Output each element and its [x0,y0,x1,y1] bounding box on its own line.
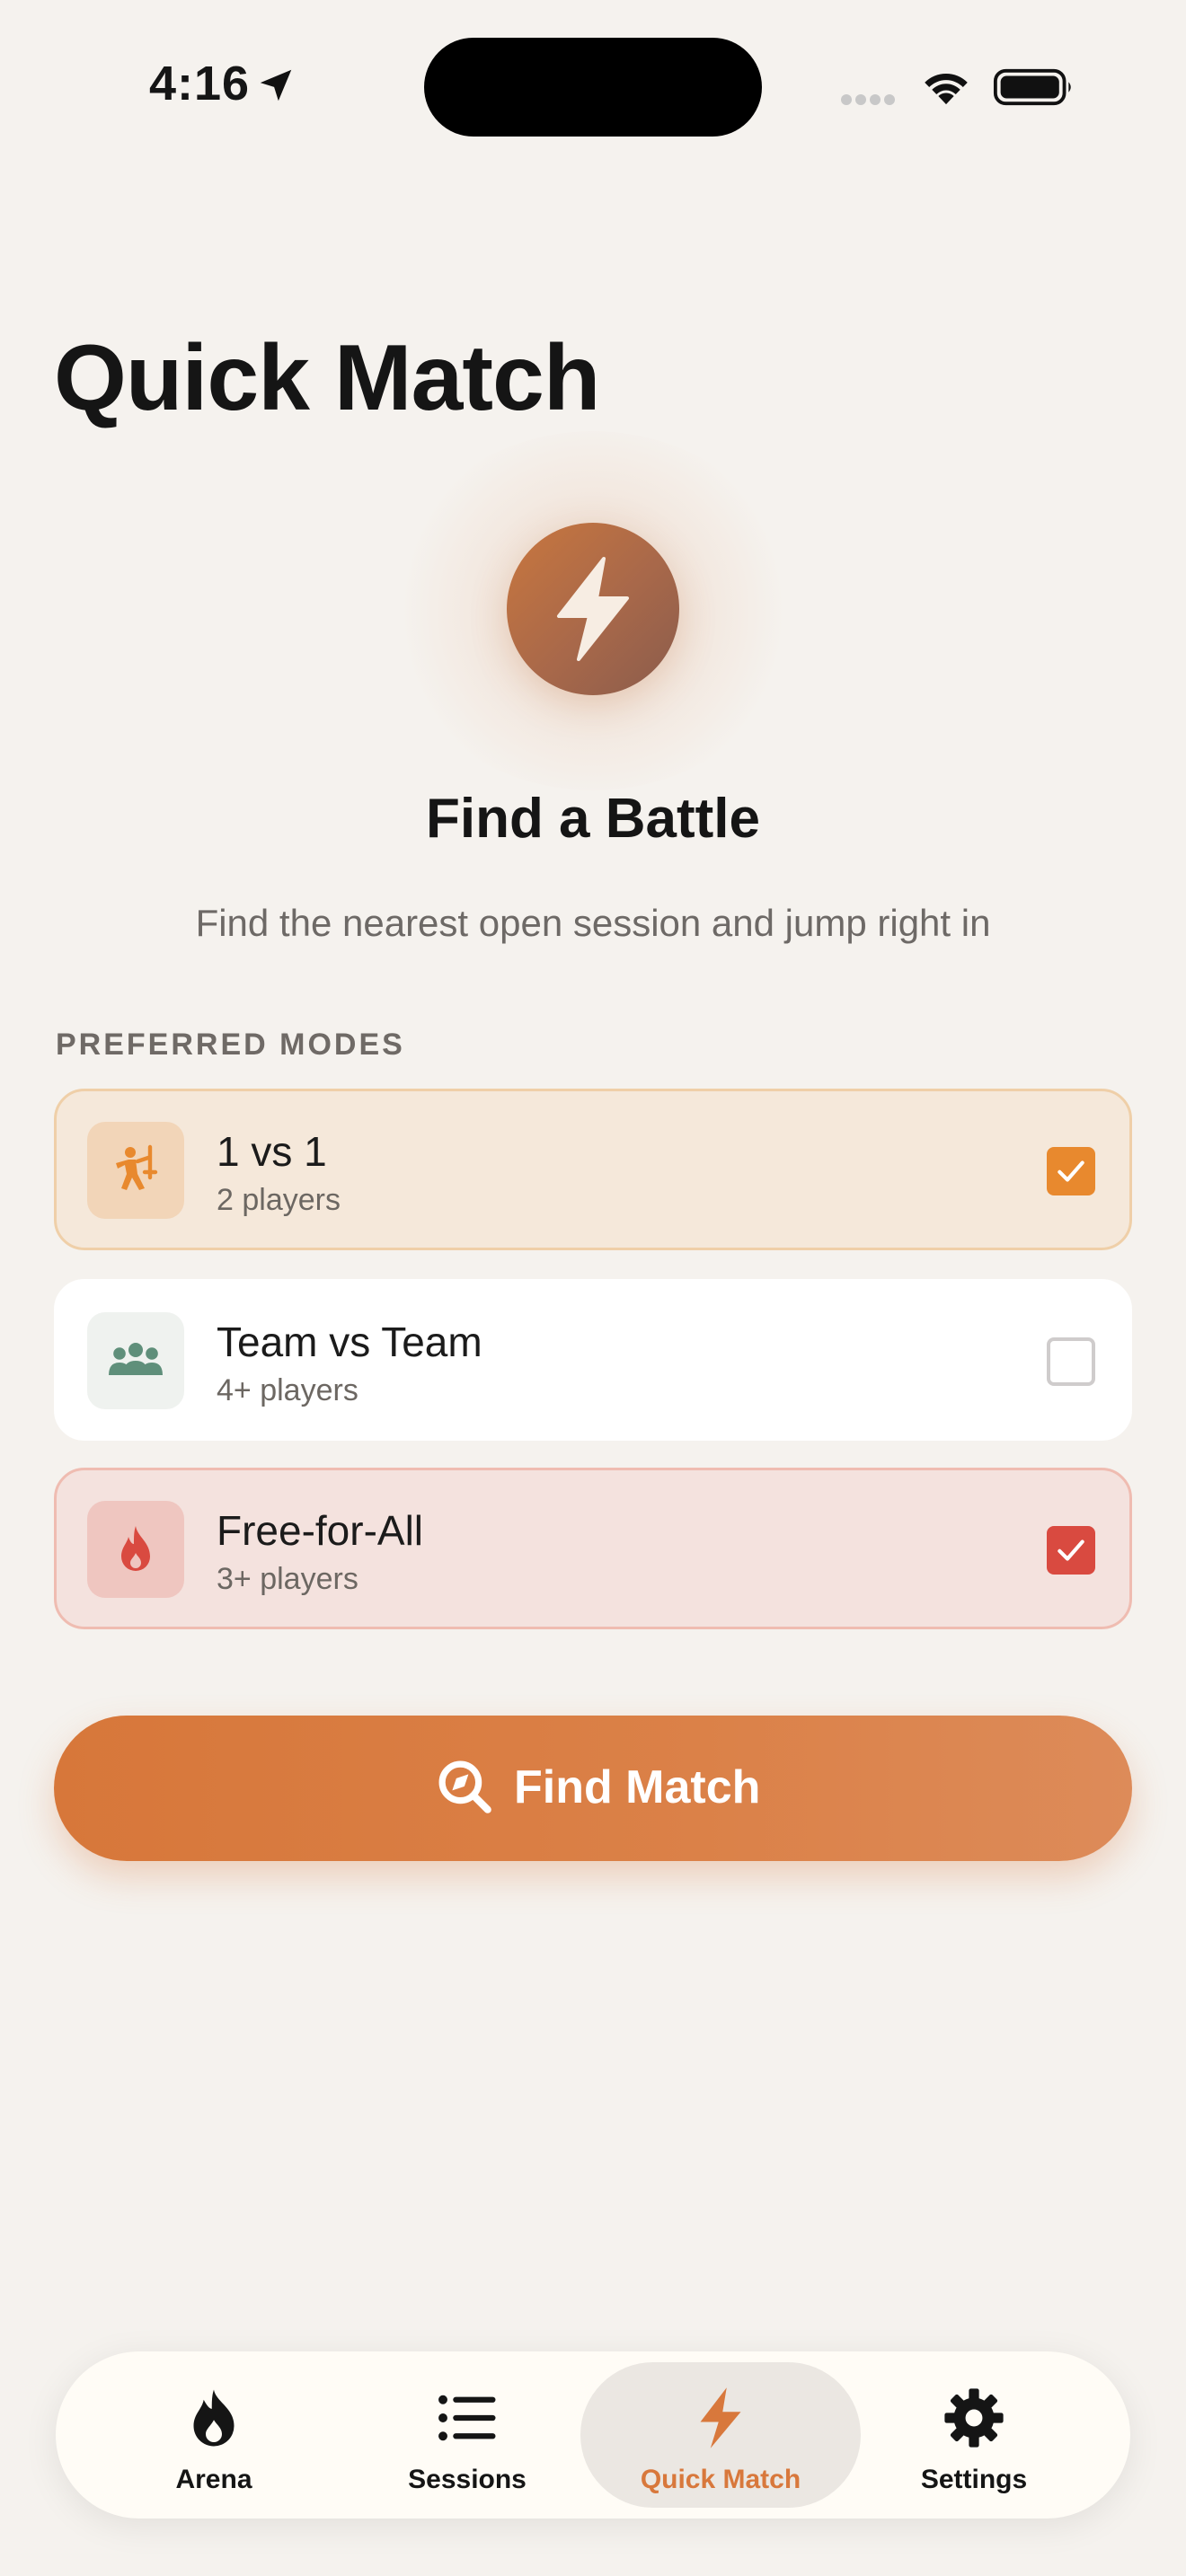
mode-icon-box [87,1122,184,1219]
hero-title: Find a Battle [425,788,761,850]
mode-icon-box [87,1501,184,1598]
search-compass-icon [438,1760,491,1813]
gear-icon [944,2388,1004,2448]
tab-sessions[interactable]: Sessions [327,2362,607,2508]
hero-subtitle: Find the nearest open session and jump r… [195,902,991,944]
lightning-bolt-icon [700,2387,741,2448]
tab-settings[interactable]: Settings [834,2362,1114,2508]
page-title: Quick Match [54,326,600,430]
mode-card-free-for-all[interactable]: Free-for-All 3+ players [54,1468,1132,1629]
mode-card-team-vs-team[interactable]: Team vs Team 4+ players [54,1279,1132,1441]
duel-icon [116,1144,158,1190]
mode-name: 1 vs 1 [217,1128,327,1175]
location-arrow-icon [260,69,292,101]
tab-label: Arena [175,2465,252,2494]
flame-icon [121,1526,150,1571]
checkmark-icon [1058,1160,1084,1182]
mode-players: 3+ players [217,1562,358,1596]
dynamic-island [424,38,762,137]
section-label-preferred-modes: PREFERRED MODES [56,1028,405,1062]
tab-bar: Arena Sessions Quick Match Settings [56,2351,1130,2519]
mode-icon-box [87,1312,184,1409]
battery-icon [993,68,1071,106]
mode-checkbox-unchecked[interactable] [1047,1337,1095,1386]
status-time: 4:16 [149,57,251,110]
status-bar: 4:16 [0,0,1186,180]
tab-arena[interactable]: Arena [74,2362,354,2508]
team-icon [109,1343,163,1375]
mode-card-1v1[interactable]: 1 vs 1 2 players [54,1089,1132,1250]
find-match-label: Find Match [514,1761,761,1813]
mode-name: Free-for-All [217,1507,424,1554]
find-match-button[interactable]: Find Match [54,1716,1132,1861]
list-icon [438,2395,496,2441]
mode-checkbox-checked[interactable] [1047,1147,1095,1195]
tab-label: Quick Match [640,2465,801,2494]
tab-quick-match[interactable]: Quick Match [580,2362,861,2508]
mode-players: 4+ players [217,1373,358,1407]
wifi-icon [925,73,968,105]
tab-label: Sessions [408,2465,527,2494]
tab-label: Settings [920,2465,1028,2494]
hero-lightning-badge [507,523,679,695]
signal-icon [841,93,898,110]
flame-icon [193,2389,235,2447]
checkmark-icon [1058,1539,1084,1561]
mode-checkbox-checked[interactable] [1047,1526,1095,1575]
mode-players: 2 players [217,1183,341,1217]
lightning-bolt-icon [557,557,629,661]
mode-name: Team vs Team [217,1319,482,1365]
